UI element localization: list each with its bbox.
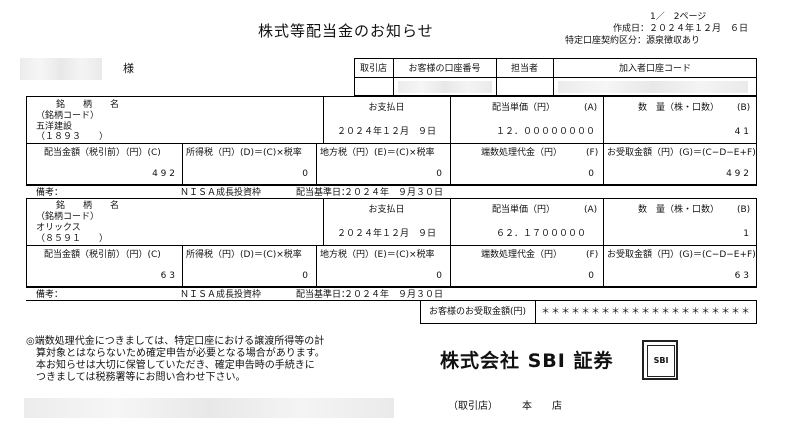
unit-price-mark: (A) xyxy=(584,103,598,113)
branch-label: （取引店） xyxy=(448,401,498,412)
quantity-label: 数 量（株・口数） xyxy=(638,103,720,113)
divider xyxy=(26,185,757,186)
quantity-mark: (B) xyxy=(737,103,751,113)
receipt-label: お受取金額（円）(G)＝(C−D−E+F) xyxy=(607,250,756,260)
company-seal: SBI xyxy=(642,340,678,380)
divider xyxy=(450,198,451,245)
income-tax: 0 xyxy=(302,271,308,281)
created-date: 作成日：２０２４年１２月 ６日 xyxy=(613,24,749,34)
unit-price-mark: (A) xyxy=(584,205,598,215)
payment-date: ２０２４年１２月 ９日 xyxy=(336,127,436,137)
note-line: 本お知らせは大切に保管していただき、確定申告時の手続きに xyxy=(26,360,315,371)
gross-amount: 6 3 xyxy=(160,271,175,281)
tax-category: 特定口座契約区分：源泉徴収あり xyxy=(565,36,701,46)
divider xyxy=(26,300,460,301)
rounding-mark: (F) xyxy=(586,148,599,158)
redacted-customer-name xyxy=(20,58,102,80)
gross-label: 配当金額（税引前）（円）(C) xyxy=(44,148,161,158)
redacted-address xyxy=(24,398,394,418)
gross-amount: 4 9 2 xyxy=(152,169,175,179)
security-code: （８５９１ ） xyxy=(36,234,109,244)
receipt-label: お受取金額（円）(G)＝(C−D−E+F) xyxy=(607,148,756,158)
rounding-amount: 0 xyxy=(588,271,594,281)
gross-label: 配当金額（税引前）（円）(C) xyxy=(44,250,161,260)
payment-date: ２０２４年１２月 ９日 xyxy=(336,229,436,239)
meigara-label: 銘 柄 名 xyxy=(56,201,120,211)
rounding-amount: 0 xyxy=(588,169,594,179)
meigara-code-label: （銘柄コード） xyxy=(36,111,100,121)
rounding-label: 端数処理代金（円） xyxy=(481,250,563,260)
security-code: （１８９３ ） xyxy=(36,132,109,142)
total-value: ＊＊＊＊＊＊＊＊＊＊＊＊＊＊＊＊＊＊＊＊＊ xyxy=(540,307,751,317)
unit-price-label: 配当単価（円） xyxy=(492,205,556,215)
note-line: 算対象とはならないため確定申告が必要となる場合があります。 xyxy=(26,348,325,359)
rounding-label: 端数処理代金（円） xyxy=(481,148,563,158)
rounding-mark: (F) xyxy=(586,250,599,260)
redacted-subscriber-code xyxy=(558,81,748,93)
divider xyxy=(26,143,757,144)
quantity-label: 数 量（株・口数） xyxy=(638,205,720,215)
page-indicator: 1／ 2ページ xyxy=(650,12,707,22)
company-name: 株式会社 SBI 証券 xyxy=(440,350,614,372)
document-title: 株式等配当金のお知らせ xyxy=(258,22,434,40)
payment-date-label: お支払日 xyxy=(368,103,405,113)
staff-label: 担当者 xyxy=(510,64,538,74)
notes: ◎端数処理代金につきましては、特定口座における譲渡所得等の計 算対象とはならない… xyxy=(26,336,325,384)
honorific: 様 xyxy=(123,62,134,75)
note-line: つきましては税務署等にお問い合わせ下さい。 xyxy=(26,372,246,383)
note-line: ◎端数処理代金につきましては、特定口座における譲渡所得等の計 xyxy=(26,336,325,347)
local-tax: 0 xyxy=(436,271,442,281)
branch-label: 取引店 xyxy=(359,64,387,74)
subscriber-code-label: 加入者口座コード xyxy=(618,64,691,74)
quantity-mark: (B) xyxy=(737,205,751,215)
income-tax: 0 xyxy=(302,169,308,179)
divider xyxy=(26,245,757,246)
account-no-label: お客様の口座番号 xyxy=(408,64,481,74)
redacted-account-no xyxy=(398,81,492,93)
seal-text: SBI xyxy=(647,345,675,377)
payment-date-label: お支払日 xyxy=(368,205,405,215)
local-tax-label: 地方税（円）(E)＝(C)×税率 xyxy=(320,250,435,260)
receipt-amount: 6 3 xyxy=(734,271,749,281)
meigara-label: 銘 柄 名 xyxy=(56,100,120,110)
total-label: お客様のお受取金額(円) xyxy=(428,307,527,317)
receipt-amount: 4 9 2 xyxy=(726,169,749,179)
divider xyxy=(26,287,757,288)
unit-price: ６２．１７０００００ xyxy=(496,229,587,239)
quantity: 1 xyxy=(743,229,749,239)
divider xyxy=(354,77,757,78)
meigara-code-label: （銘柄コード） xyxy=(36,212,100,222)
security-name: オリックス xyxy=(36,223,81,233)
unit-price: １２．００００００００ xyxy=(496,127,596,137)
income-tax-label: 所得税（円）(D)＝(C)×税率 xyxy=(186,148,302,158)
divider xyxy=(450,96,451,143)
local-tax: 0 xyxy=(436,169,442,179)
local-tax-label: 地方税（円）(E)＝(C)×税率 xyxy=(320,148,435,158)
quantity: 4 1 xyxy=(734,127,749,137)
income-tax-label: 所得税（円）(D)＝(C)×税率 xyxy=(186,250,302,260)
unit-price-label: 配当単価（円） xyxy=(492,103,556,113)
branch-value: 本 店 xyxy=(522,401,562,412)
